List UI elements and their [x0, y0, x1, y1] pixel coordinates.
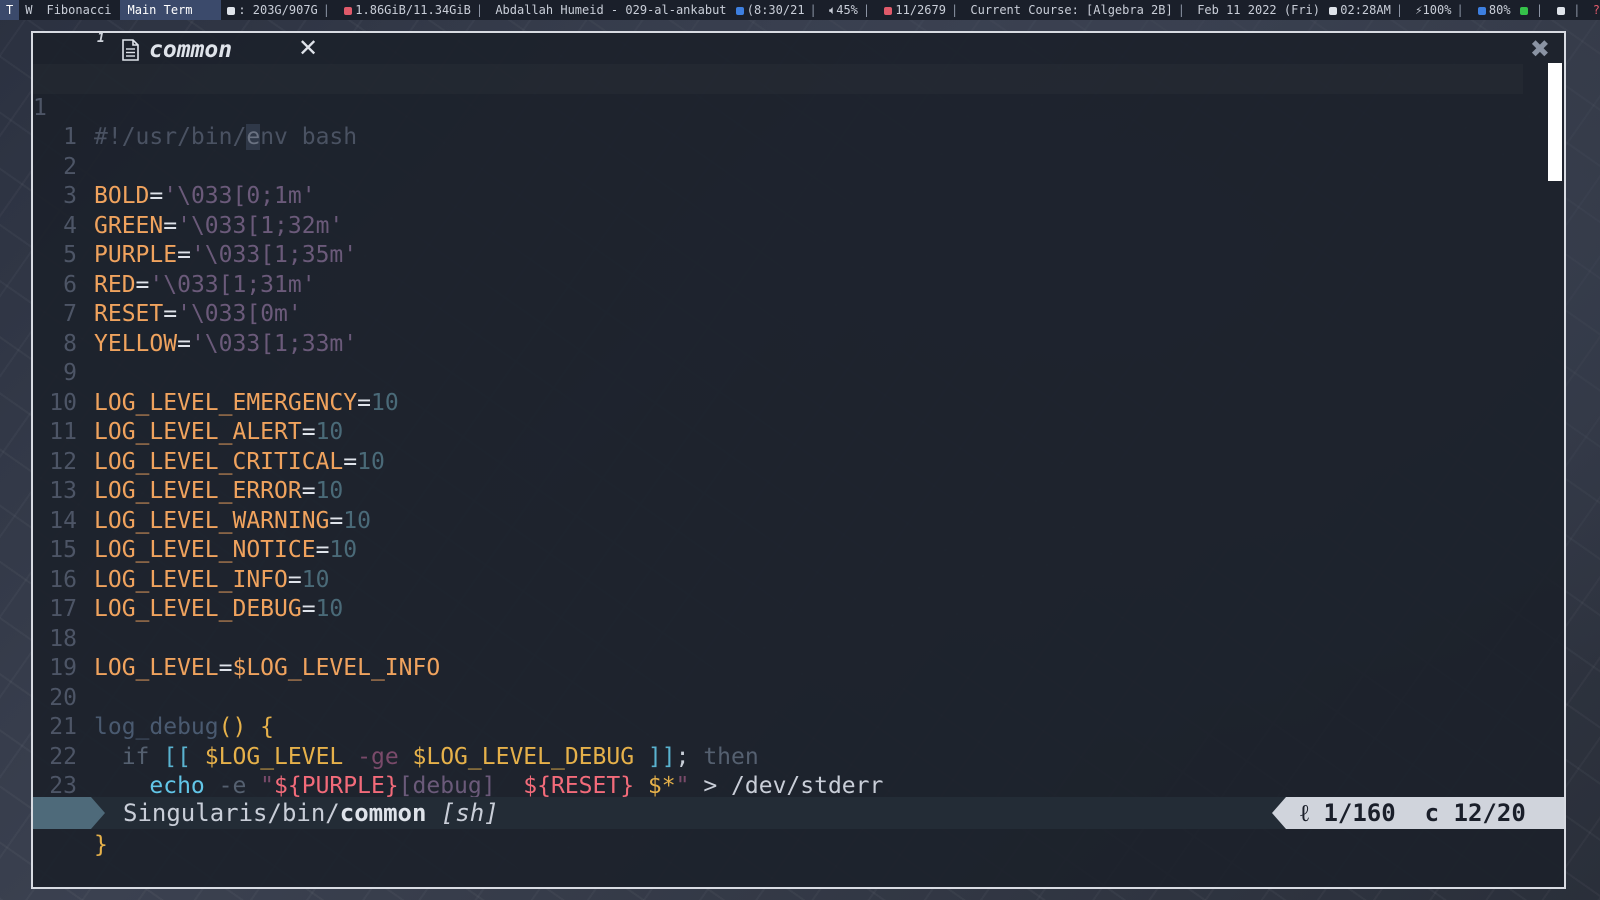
tab-title: common	[149, 37, 233, 63]
code-line: 22 echo -e "${PURPLE}[debug] ${RESET} $*…	[33, 713, 1523, 800]
tab-close-icon[interactable]: ✕	[298, 36, 318, 60]
code-line: 16 LOG_LEVEL_DEBUG=10	[33, 536, 1523, 623]
code-line: 15 LOG_LEVEL_INFO=10	[33, 507, 1523, 593]
code-line: 20 log_debug() {	[33, 654, 1523, 741]
mode-indicator	[33, 797, 91, 829]
battery-level: 100%	[1422, 3, 1452, 17]
code-line: 21 if [[ $LOG_LEVEL -ge $LOG_LEVEL_DEBUG…	[33, 684, 1523, 770]
time: 02:28AM	[1340, 3, 1391, 17]
code-line: 3 GREEN='\033[1;32m'	[33, 153, 1523, 239]
date: Feb 11 2022 (Fri)	[1197, 3, 1321, 17]
headphones-icon	[1557, 6, 1566, 15]
mode-arrow-icon	[91, 797, 105, 829]
code-line: 1 #!/usr/bin/env bash	[33, 64, 1523, 150]
memory-icon	[344, 6, 353, 15]
disk-usage: : 203G/907G	[238, 3, 318, 17]
file-path: Singularis/bin/common [sh]	[123, 797, 499, 829]
code-line: 4 PURPLE='\033[1;35m'	[33, 182, 1523, 269]
battery-icon: ⚡	[1415, 3, 1423, 17]
line-icon: ℓ	[1300, 799, 1309, 827]
help-icon[interactable]: ?	[1593, 3, 1600, 17]
code-line: 8	[33, 300, 1523, 357]
file-name: common	[339, 799, 427, 827]
wifi-level: 80%	[1488, 3, 1511, 17]
top-status-bar: T W Fibonacci Main Term : 203G/907G | 1.8…	[0, 0, 1600, 20]
file-path-prefix: Singularis/bin/	[123, 799, 340, 827]
memory-usage: 1.86GiB/11.34GiB	[355, 3, 471, 17]
code-line: 2 BOLD='\033[0;1m'	[33, 123, 1523, 210]
tab-common[interactable]: common	[121, 35, 232, 65]
now-playing: Abdallah Humeid - 029-al-ankabut	[495, 3, 727, 17]
playback-time: (8:30/21	[746, 3, 805, 17]
tab-number: 1	[97, 31, 105, 46]
tab-bar: 1 common ✕ ✖	[33, 31, 1564, 65]
mail-count: 11/2679	[895, 3, 946, 17]
column-icon: c	[1424, 799, 1440, 827]
file-type: [sh]	[426, 799, 499, 827]
code-line: 9 LOG_LEVEL_EMERGENCY=10	[33, 330, 1523, 416]
media-icon	[735, 6, 744, 15]
code-line: 17	[33, 566, 1523, 622]
window-fibonacci[interactable]: Fibonacci	[38, 0, 119, 20]
clock-icon	[1329, 6, 1338, 15]
file-icon	[122, 39, 139, 61]
line-position: 1/160	[1323, 799, 1396, 827]
disk-icon	[227, 6, 236, 15]
mail-icon	[884, 6, 893, 15]
code-line: 6 RESET='\033[0m'	[33, 241, 1523, 328]
volume-level: 45%	[836, 3, 858, 17]
code-line: 5 RED='\033[1;31m'	[33, 212, 1523, 298]
window-main-term[interactable]: Main Term	[119, 0, 222, 20]
code-editor[interactable]: 1 #!/usr/bin/env bash 1 2 BOLD='\033[0;1…	[33, 64, 1523, 859]
system-status: : 203G/907G | 1.86GiB/11.34GiB | Abdallah …	[221, 0, 1600, 20]
column-position: 12/20	[1453, 799, 1526, 827]
terminal-window: 1 common ✕ ✖ 1 #!/usr/bin/env bash 1 2 B…	[31, 31, 1566, 889]
code-line: 11 LOG_LEVEL_CRITICAL=10	[33, 389, 1523, 475]
code-line: 23 fi	[33, 743, 1523, 829]
window-close-icon[interactable]: ✖	[1530, 37, 1550, 61]
workspace-w[interactable]: W	[19, 0, 38, 20]
position-arrow-icon	[1272, 797, 1286, 829]
code-line: 7 YELLOW='\033[1;33m'	[33, 271, 1523, 357]
cursor-position: ℓ 1/160 c 12/20	[1272, 797, 1564, 829]
code-line: 12 LOG_LEVEL_ERROR=10	[33, 418, 1523, 505]
network-ok-icon	[1519, 6, 1528, 15]
current-course: Current Course: [Algebra 2B]	[970, 3, 1173, 17]
code-line: 14 LOG_LEVEL_NOTICE=10	[33, 477, 1523, 564]
code-line: 13 LOG_LEVEL_WARNING=10	[33, 448, 1523, 534]
code-line: 19	[33, 625, 1523, 681]
scrollbar-thumb[interactable]	[1548, 63, 1562, 181]
wifi-icon	[1477, 6, 1486, 15]
editor-statusline: Singularis/bin/common [sh] ℓ 1/160 c 12/…	[33, 797, 1564, 829]
workspace-t[interactable]: T	[0, 0, 20, 20]
code-line: 1	[33, 94, 1523, 150]
code-line: 18 LOG_LEVEL=$LOG_LEVEL_INFO	[33, 595, 1523, 682]
code-token: }	[94, 832, 108, 858]
scrollbar[interactable]	[1548, 63, 1562, 823]
code-line: 10 LOG_LEVEL_ALERT=10	[33, 359, 1523, 446]
